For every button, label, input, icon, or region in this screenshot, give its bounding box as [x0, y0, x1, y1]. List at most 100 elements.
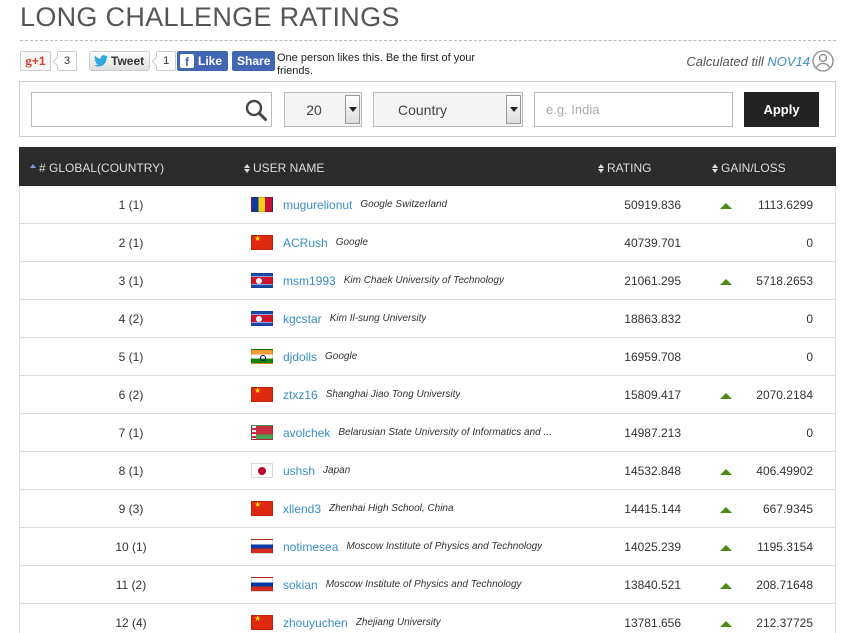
username-link[interactable]: mugurelionut — [283, 198, 352, 212]
contest-link[interactable]: NOV14 — [767, 54, 810, 69]
username-link[interactable]: xllend3 — [283, 502, 321, 516]
country-select[interactable]: Country — [373, 92, 523, 127]
institution-label: Belarusian State University of Informati… — [338, 427, 552, 438]
gain-up-arrow-icon — [720, 583, 732, 589]
country-flag-icon — [251, 234, 273, 250]
username-link[interactable]: notimesea — [283, 540, 338, 554]
gain-cell: 1113.6299 — [758, 198, 813, 212]
table-body: 1 (1) mugurelionut Google Switzerland 50919… — [19, 186, 836, 633]
username-link[interactable]: msm1993 — [283, 274, 336, 288]
rating-cell: 13840.521 — [624, 578, 681, 592]
country-flag-icon — [251, 500, 273, 516]
table-row: 1 (1) mugurelionut Google Switzerland 50919… — [20, 186, 835, 224]
table-row: 4 (2) kgcstar Kim Il-sung University 18863.… — [20, 300, 835, 338]
username-link[interactable]: zhouyuchen — [283, 616, 348, 630]
gplus-widget: g +1 3 — [20, 51, 77, 71]
institution-label: Zhejiang University — [355, 617, 441, 628]
username-link[interactable]: sokian — [283, 578, 318, 592]
country-flag-icon — [251, 463, 273, 478]
gain-cell: 0 — [806, 426, 813, 440]
sort-icon — [244, 163, 250, 173]
country-flag-icon — [251, 539, 273, 554]
institution-label: Kim Chaek University of Technology — [343, 275, 504, 286]
username-link[interactable]: kgcstar — [283, 312, 322, 326]
rating-cell: 14987.213 — [624, 426, 681, 440]
gplus-count: 3 — [57, 51, 77, 71]
institution-label: Google — [335, 237, 368, 248]
sort-icon — [598, 163, 604, 173]
table-row: 7 (1) avolchek Belarusian State University… — [20, 414, 835, 452]
header-rating[interactable]: RATING — [598, 161, 651, 175]
country-flag-icon — [251, 311, 273, 326]
gain-cell: 1195.3154 — [757, 540, 813, 554]
rating-cell: 15809.417 — [624, 388, 681, 402]
country-select-value: Country — [398, 101, 448, 118]
gain-up-arrow-icon — [720, 203, 732, 209]
facebook-like-text: One person likes this. Be the first of y… — [277, 52, 476, 77]
header-gain-label: GAIN/LOSS — [721, 161, 786, 175]
like-label: Like — [198, 54, 223, 68]
gplus-label: +1 — [31, 54, 46, 68]
header-gain[interactable]: GAIN/LOSS — [712, 161, 786, 175]
table-row: 12 (4) zhouyuchen Zhejiang University 13781… — [20, 604, 835, 633]
table-row: 11 (2) sokian Moscow Institute of Physics … — [20, 566, 835, 604]
apply-button[interactable]: Apply — [744, 92, 819, 127]
tweet-label: Tweet — [111, 54, 145, 68]
calculated-till: Calculated till NOV14 — [686, 54, 810, 69]
user-cell: msm1993 Kim Chaek University of Technolog… — [251, 262, 581, 299]
rating-cell: 40739.701 — [624, 236, 681, 250]
ratings-table: # GLOBAL(COUNTRY) USER NAME RATING GAIN/… — [19, 147, 836, 633]
country-flag-icon — [251, 273, 273, 288]
gain-up-arrow-icon — [720, 279, 732, 285]
username-link[interactable]: ztxz16 — [283, 388, 318, 402]
gain-cell: 5718.2653 — [756, 274, 813, 288]
facebook-widget: f Like Share — [177, 51, 276, 71]
header-global[interactable]: # GLOBAL(COUNTRY) — [30, 161, 164, 175]
user-cell: sokian Moscow Institute of Physics and Te… — [251, 566, 581, 603]
rank-cell: 10 (1) — [115, 540, 147, 554]
chevron-down-icon[interactable] — [506, 95, 521, 124]
rating-cell: 14415.144 — [624, 502, 681, 516]
rank-cell: 7 (1) — [118, 426, 144, 440]
username-link[interactable]: avolchek — [283, 426, 330, 440]
institution-label: Moscow Institute of Physics and Technolo… — [325, 579, 522, 590]
page-title: LONG CHALLENGE RATINGS — [20, 2, 400, 32]
page-size-select[interactable]: 20 — [284, 92, 362, 127]
rating-cell: 13781.656 — [624, 616, 681, 630]
user-profile-icon[interactable] — [812, 50, 834, 72]
table-row: 5 (1) djdolls Google 16959.708 0 — [20, 338, 835, 376]
header-user[interactable]: USER NAME — [244, 161, 324, 175]
header-user-label: USER NAME — [253, 161, 325, 175]
table-row: 3 (1) msm1993 Kim Chaek University of Tech… — [20, 262, 835, 300]
table-row: 8 (1) ushsh Japan 14532.848 406.49902 — [20, 452, 835, 490]
tweet-button[interactable]: Tweet — [89, 51, 151, 71]
rank-cell: 12 (4) — [115, 616, 147, 630]
institution-label: Zhenhai High School, China — [329, 503, 454, 514]
facebook-share-button[interactable]: Share — [232, 51, 276, 71]
rank-cell: 4 (2) — [118, 312, 144, 326]
username-link[interactable]: ushsh — [283, 464, 315, 478]
user-cell: xllend3 Zhenhai High School, China — [251, 490, 581, 527]
page-size-value: 20 — [306, 101, 322, 118]
table-row: 2 (1) ACRush Google 40739.701 0 — [20, 224, 835, 262]
search-icon[interactable] — [245, 99, 267, 121]
rank-cell: 11 (2) — [115, 578, 147, 592]
rank-cell: 3 (1) — [118, 274, 144, 288]
gain-cell: 2070.2184 — [756, 388, 813, 402]
gplus-button[interactable]: g +1 — [20, 51, 51, 71]
chevron-down-icon[interactable] — [345, 95, 360, 124]
twitter-bird-icon — [94, 55, 108, 67]
tweet-count: 1 — [156, 51, 177, 71]
rank-cell: 5 (1) — [118, 350, 144, 364]
institution-label: Google Switzerland — [360, 199, 448, 210]
sort-icon — [712, 163, 718, 173]
search-input[interactable] — [31, 92, 272, 127]
institution-label: Shanghai Jiao Tong University — [325, 389, 461, 400]
username-link[interactable]: ACRush — [283, 236, 328, 250]
gain-up-arrow-icon — [720, 621, 732, 627]
country-search-input[interactable] — [534, 92, 733, 127]
facebook-like-button[interactable]: f Like — [177, 51, 229, 71]
rating-cell: 21061.295 — [624, 274, 681, 288]
rating-cell: 50919.836 — [624, 198, 681, 212]
username-link[interactable]: djdolls — [283, 350, 317, 364]
